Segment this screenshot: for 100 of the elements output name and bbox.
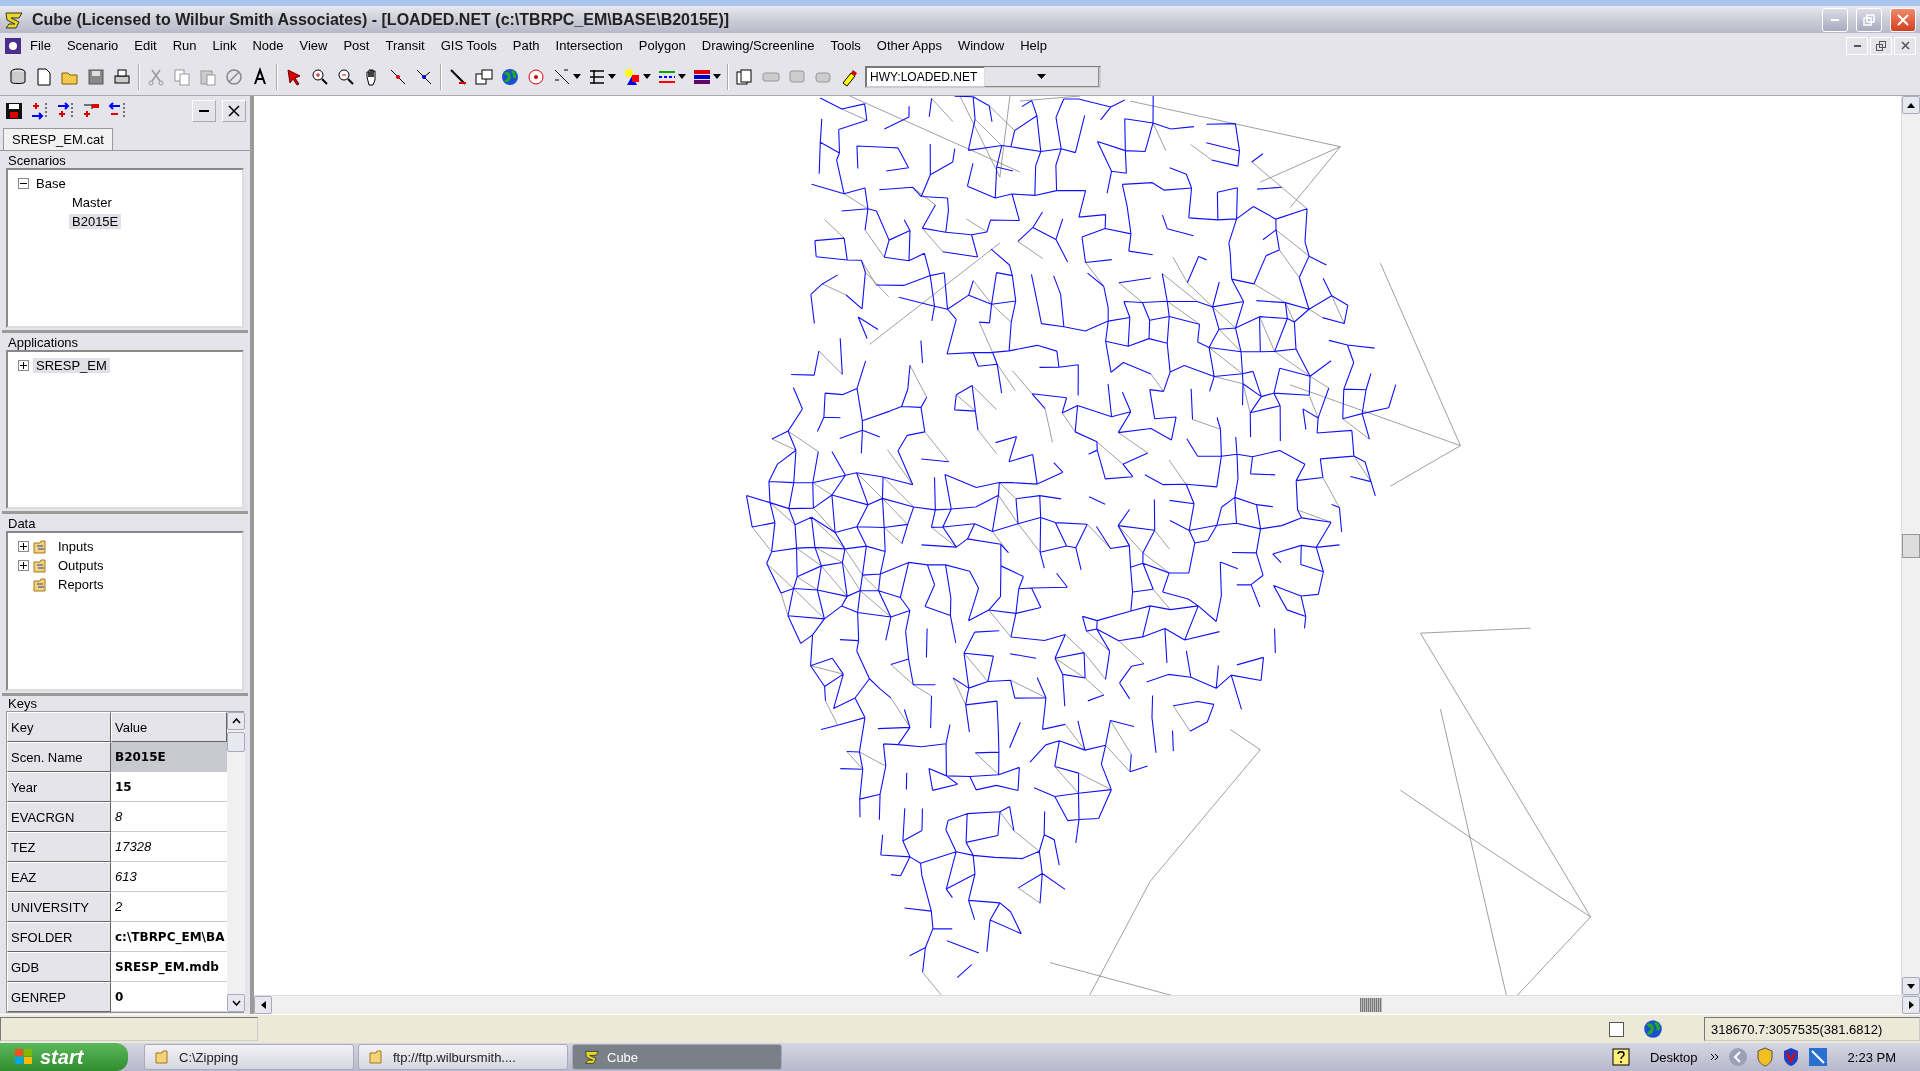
scroll-down-button[interactable] (1902, 977, 1920, 995)
app-logo-icon (4, 9, 24, 30)
caret-icon[interactable] (643, 74, 651, 79)
scroll-thumb[interactable] (1360, 998, 1382, 1012)
tree-item[interactable]: SRESP_EM (33, 357, 110, 373)
target-icon[interactable] (526, 66, 546, 87)
menu-item[interactable]: Tools (822, 35, 869, 56)
plus-icon (20, 562, 27, 570)
tree-item[interactable]: Outputs (55, 558, 107, 574)
save-icon[interactable] (4, 101, 24, 121)
menu-item[interactable]: Node (244, 35, 292, 56)
zoom-out-icon[interactable] (336, 66, 356, 87)
taskbar-button[interactable]: C:\Zipping (144, 1044, 354, 1070)
scroll-thumb[interactable] (227, 732, 245, 752)
checkbox[interactable] (1609, 1021, 1624, 1037)
database-icon[interactable] (8, 66, 28, 87)
restore-button[interactable] (1870, 36, 1892, 55)
caret-icon (1036, 74, 1046, 79)
dropdown-button[interactable] (983, 66, 1099, 87)
close-button[interactable] (222, 100, 246, 122)
caret-icon[interactable] (608, 74, 616, 79)
section-title: Keys (7, 696, 38, 711)
menu-item[interactable]: File (22, 35, 59, 56)
value-cell[interactable]: B2015E (111, 742, 227, 772)
taskbar-button[interactable]: Cube (572, 1044, 782, 1070)
menu-item[interactable]: Scenario (58, 35, 127, 56)
shield-icon[interactable] (1781, 1047, 1800, 1067)
tree-item[interactable]: Inputs (55, 539, 97, 555)
zoom-in-icon[interactable] (310, 66, 330, 87)
menu-item[interactable]: Polygon (630, 35, 694, 56)
document-icon[interactable] (4, 36, 22, 55)
key-cell: EAZ (7, 862, 111, 892)
toolbar-label[interactable]: Desktop (1649, 1049, 1698, 1065)
windows-logo-icon (14, 1048, 34, 1066)
tree-item[interactable]: Reports (55, 577, 107, 593)
caret-icon[interactable] (573, 74, 581, 79)
tree-toggle[interactable] (18, 178, 29, 189)
menu-item[interactable]: Help (1012, 35, 1055, 56)
pen-icon[interactable] (448, 66, 468, 87)
pages-icon[interactable] (735, 66, 755, 87)
catalog-tab[interactable]: SRESP_EM.cat (3, 128, 113, 150)
scroll-up-button[interactable] (227, 712, 245, 730)
print-icon[interactable] (112, 66, 132, 87)
window-title: Cube (Licensed to Wilbur Smith Associates) - [LOADED.NET (c:\TBRPC_EM\BASE\B2015E)] (32, 10, 731, 29)
key-cell: EVACRGN (7, 802, 111, 832)
menu-item[interactable]: Intersection (547, 35, 631, 56)
chevron-icon[interactable] (1709, 1053, 1720, 1061)
globe-icon[interactable] (1642, 1018, 1664, 1040)
triangle-left-icon (260, 1001, 266, 1009)
prohibited-icon[interactable] (224, 66, 244, 87)
minimize-icon (1853, 44, 1861, 47)
section-title: Scenarios (7, 153, 67, 168)
triangle-right-icon (1908, 1001, 1914, 1009)
menu-item[interactable]: Link (204, 35, 245, 56)
tree-item[interactable]: B2015E (69, 214, 122, 229)
add-arrow-icon[interactable] (30, 101, 50, 121)
menu-item[interactable]: Edit (126, 35, 165, 56)
scroll-thumb[interactable] (1902, 533, 1920, 558)
menu-item[interactable]: Path (504, 35, 548, 56)
plus-icon (20, 361, 27, 369)
help-icon[interactable] (1611, 1048, 1630, 1066)
shield-icon[interactable] (1755, 1047, 1774, 1067)
scroll-right-button[interactable] (1902, 996, 1920, 1014)
restore-icon (1863, 13, 1875, 26)
menu-item[interactable]: Other Apps (868, 35, 950, 56)
section-title: Applications (7, 334, 80, 350)
menu-item[interactable]: Window (949, 35, 1013, 56)
tree-toggle[interactable] (18, 359, 29, 371)
taskbar-button[interactable]: ftp://ftp.wilbursmith.... (358, 1044, 568, 1070)
close-icon (1897, 13, 1909, 26)
scroll-left-button[interactable] (254, 996, 272, 1014)
layer-dropdown[interactable]: HWY:LOADED.NET (865, 65, 1101, 88)
close-icon (228, 105, 240, 117)
scroll-down-button[interactable] (227, 994, 245, 1012)
shapes-icon[interactable] (622, 66, 642, 87)
tree-item[interactable]: Base (33, 176, 69, 191)
menu-item[interactable]: Drawing/Screenline (693, 35, 823, 56)
windows-icon[interactable] (474, 66, 494, 87)
tree-item[interactable]: Master (69, 195, 115, 210)
close-button[interactable] (1894, 36, 1916, 55)
caret-icon[interactable] (678, 74, 686, 79)
minimize-button[interactable] (192, 100, 216, 122)
tree-toggle[interactable] (18, 560, 29, 572)
column-header: Value (111, 712, 227, 742)
chevron-down-icon (231, 1000, 241, 1006)
minus-icon (20, 180, 27, 187)
new-file-icon[interactable] (34, 66, 54, 87)
menu-item[interactable]: Post (335, 35, 378, 56)
menu-item[interactable]: View (291, 35, 336, 56)
caret-icon[interactable] (713, 74, 721, 79)
minimize-button[interactable] (1846, 36, 1868, 55)
scroll-up-button[interactable] (1902, 96, 1920, 114)
key-cell: GDB (7, 952, 111, 982)
close-icon (1900, 41, 1910, 50)
menu-item[interactable]: Transit (377, 35, 433, 56)
minimize-icon (199, 110, 209, 112)
tree-toggle[interactable] (18, 541, 29, 553)
menu-item[interactable]: Run (164, 35, 205, 56)
menu-item[interactable]: GIS Tools (432, 35, 505, 56)
globe-icon[interactable] (500, 66, 520, 87)
